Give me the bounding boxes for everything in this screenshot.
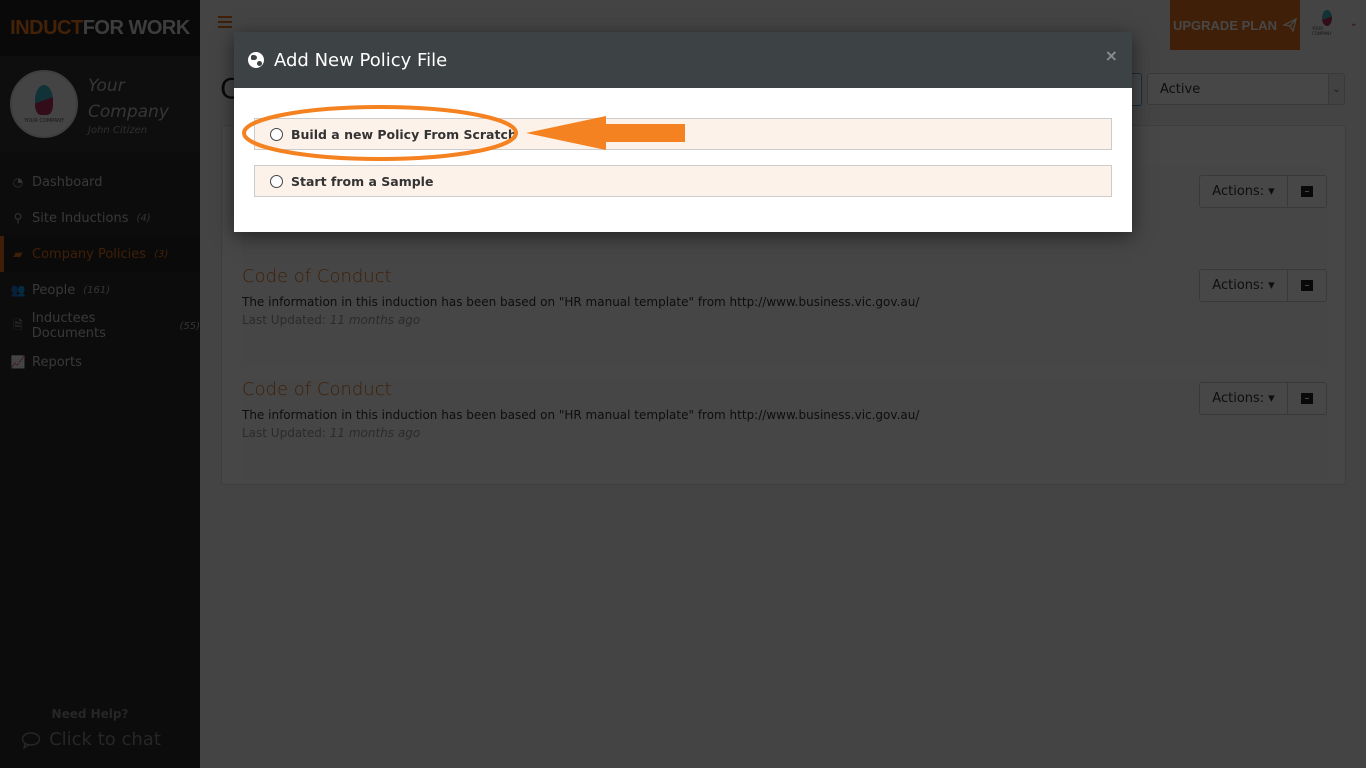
- add-policy-modal: Add New Policy File × Build a new Policy…: [234, 32, 1132, 232]
- modal-title: Add New Policy File: [274, 49, 448, 71]
- modal-header: Add New Policy File ×: [234, 32, 1132, 88]
- radio-button[interactable]: [270, 174, 283, 188]
- globe-icon: [248, 52, 264, 68]
- option-label: Start from a Sample: [291, 173, 434, 189]
- radio-button[interactable]: [270, 127, 283, 141]
- option-label: Build a new Policy From Scratch: [291, 126, 517, 142]
- option-build-from-scratch[interactable]: Build a new Policy From Scratch: [254, 118, 1112, 150]
- option-start-from-sample[interactable]: Start from a Sample: [254, 165, 1112, 197]
- close-button[interactable]: ×: [1105, 46, 1118, 65]
